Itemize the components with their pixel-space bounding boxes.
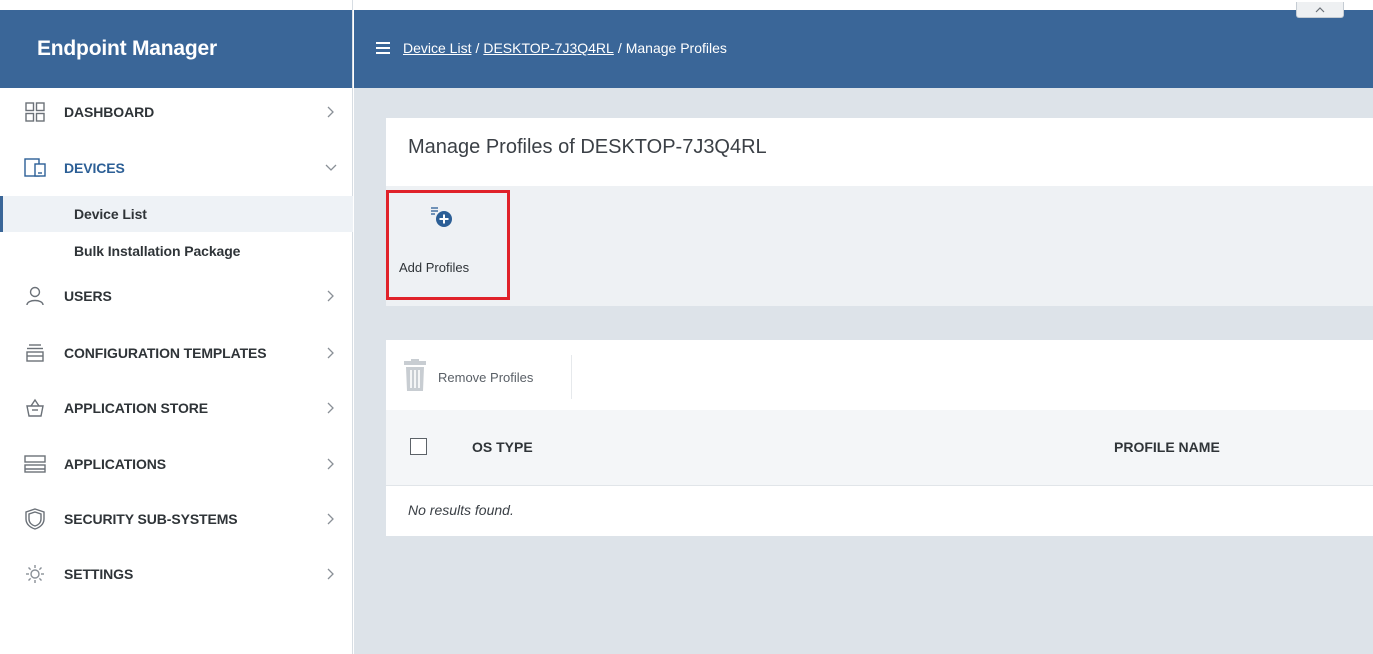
table-toolbar: Remove Profiles — [386, 340, 1373, 410]
table-header-row: OS TYPE PROFILE NAME — [386, 410, 1373, 486]
store-basket-icon — [24, 397, 46, 419]
sidebar-subitem-device-list[interactable]: Device List — [0, 196, 353, 232]
add-profiles-label: Add Profiles — [399, 260, 470, 275]
breadcrumb-separator: / — [617, 40, 622, 56]
sidebar-item-label: CONFIGURATION TEMPLATES — [64, 345, 267, 361]
page-title-card: Manage Profiles of DESKTOP-7J3Q4RL — [386, 118, 1373, 186]
breadcrumb-current: Manage Profiles — [625, 40, 727, 56]
chevron-up-icon — [1315, 6, 1325, 12]
top-header-bar: Device List / DESKTOP-7J3Q4RL / Manage Profi… — [354, 10, 1373, 88]
applications-icon — [24, 453, 46, 475]
app-title: Endpoint Manager — [37, 37, 217, 60]
sidebar-item-label: USERS — [64, 288, 112, 304]
sidebar-item-label: DASHBOARD — [64, 104, 155, 120]
sidebar-subitem-label: Bulk Installation Package — [74, 243, 241, 259]
chevron-right-icon — [325, 513, 337, 525]
sidebar-item-settings[interactable]: SETTINGS — [0, 556, 353, 592]
column-header-profile-name[interactable]: PROFILE NAME — [1114, 439, 1220, 455]
profiles-table-card: Remove Profiles OS TYPE PROFILE NAME No … — [386, 340, 1373, 536]
devices-icon — [24, 157, 46, 179]
sidebar-item-label: SETTINGS — [64, 566, 134, 582]
shield-icon — [24, 508, 46, 530]
sidebar-subitem-label: Device List — [74, 206, 147, 222]
chevron-right-icon — [325, 347, 337, 359]
top-strip — [354, 0, 1373, 10]
sidebar-item-configuration-templates[interactable]: CONFIGURATION TEMPLATES — [0, 335, 353, 371]
sidebar-item-users[interactable]: USERS — [0, 278, 353, 314]
app-title-bar: Endpoint Manager — [0, 0, 352, 88]
chevron-down-icon — [325, 162, 337, 174]
sidebar-item-security-sub-systems[interactable]: SECURITY SUB-SYSTEMS — [0, 501, 353, 537]
sidebar-item-application-store[interactable]: APPLICATION STORE — [0, 390, 353, 426]
chevron-right-icon — [325, 290, 337, 302]
user-icon — [24, 285, 46, 307]
column-header-os-type[interactable]: OS TYPE — [472, 439, 533, 455]
add-profiles-button[interactable]: Add Profiles — [386, 190, 510, 300]
sidebar-item-devices[interactable]: DEVICES — [0, 150, 353, 186]
sidebar-item-dashboard[interactable]: DASHBOARD — [0, 94, 353, 130]
breadcrumb-device-list-link[interactable]: Device List — [403, 40, 471, 56]
collapse-header-button[interactable] — [1296, 2, 1344, 18]
sidebar-item-applications[interactable]: APPLICATIONS — [0, 446, 353, 482]
page-title: Manage Profiles of DESKTOP-7J3Q4RL — [408, 136, 767, 158]
breadcrumb-device-link[interactable]: DESKTOP-7J3Q4RL — [483, 40, 613, 56]
chevron-right-icon — [325, 402, 337, 414]
chevron-right-icon — [325, 568, 337, 580]
remove-profiles-label: Remove Profiles — [438, 369, 534, 385]
breadcrumb-separator: / — [475, 40, 480, 56]
chevron-right-icon — [325, 106, 337, 118]
sidebar-item-label: APPLICATIONS — [64, 456, 166, 472]
dashboard-grid-icon — [24, 101, 46, 123]
sidebar-subitem-bulk-installation-package[interactable]: Bulk Installation Package — [0, 233, 353, 269]
sidebar-item-label: DEVICES — [64, 160, 125, 176]
action-strip: Add Profiles — [386, 186, 1373, 306]
sidebar-item-label: SECURITY SUB-SYSTEMS — [64, 511, 238, 527]
sidebar-item-label: APPLICATION STORE — [64, 400, 209, 416]
trash-icon — [404, 358, 426, 396]
gear-icon — [24, 563, 46, 585]
select-all-checkbox[interactable] — [410, 438, 427, 455]
add-profile-icon — [429, 205, 457, 229]
empty-results-text: No results found. — [408, 502, 514, 518]
hamburger-menu-icon[interactable] — [376, 42, 390, 54]
remove-profiles-button[interactable]: Remove Profiles — [404, 355, 572, 399]
template-stack-icon — [24, 342, 46, 364]
chevron-right-icon — [325, 458, 337, 470]
sidebar: Endpoint Manager DASHBOARD DEVICES Devic… — [0, 0, 353, 654]
breadcrumb: Device List / DESKTOP-7J3Q4RL / Manage Profi… — [403, 40, 727, 56]
main-content: Manage Profiles of DESKTOP-7J3Q4RL Add P… — [354, 88, 1373, 654]
